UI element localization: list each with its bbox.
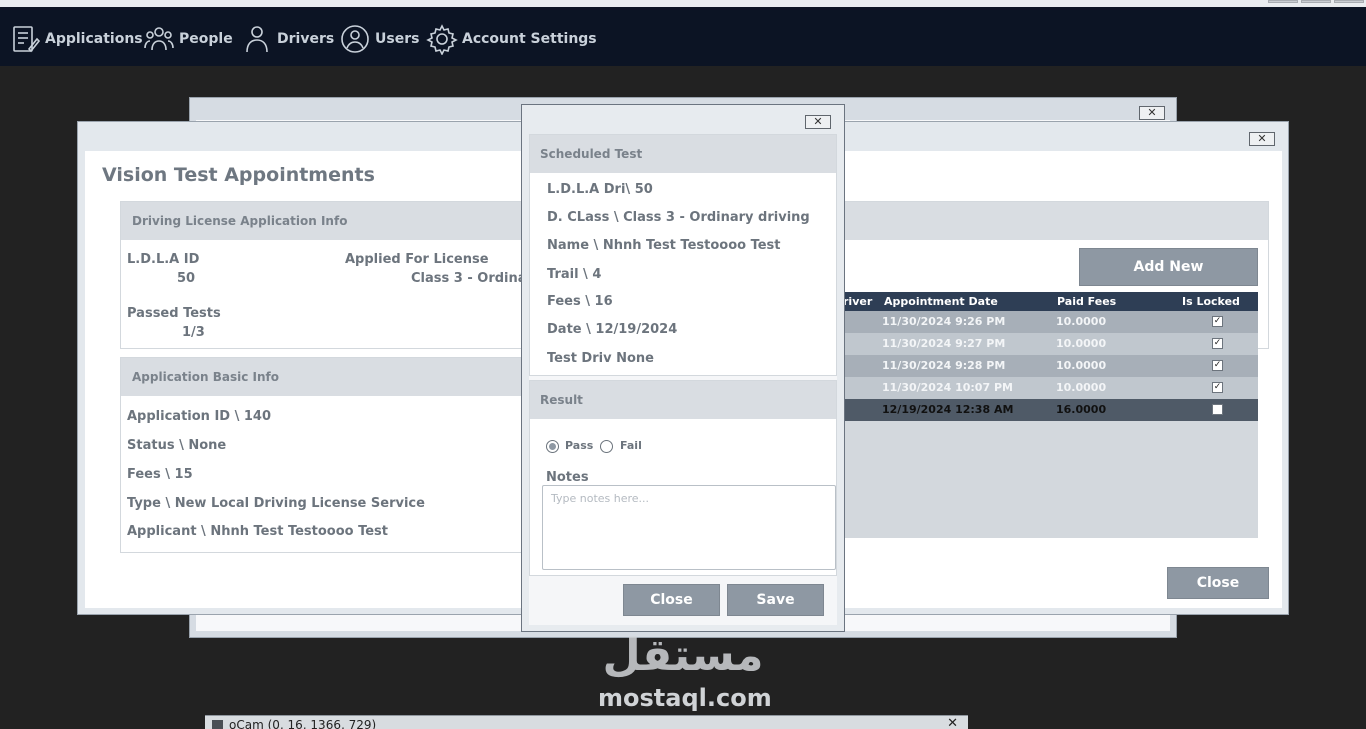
table-row[interactable]: 11/30/2024 9:26 PM 10.0000 ✓ [843, 311, 1258, 333]
name-text: Name \ Nhnh Test Testoooo Test [547, 238, 781, 253]
ldla-text: L.D.L.A Dri\ 50 [547, 182, 653, 197]
result-header: Result [530, 381, 836, 419]
paid-fees-cell: 10.0000 [1056, 337, 1107, 350]
page-title: Vision Test Appointments [102, 164, 375, 186]
people-icon [144, 27, 174, 51]
take-test-dialog: ✕ Scheduled Test L.D.L.A Dri\ 50 D. CLas… [521, 104, 845, 632]
grid-header-paid-fees[interactable]: Paid Fees [1057, 295, 1116, 308]
ocam-close-button[interactable]: ✕ [947, 716, 958, 729]
appointment-date-cell: 12/19/2024 12:38 AM [882, 403, 1014, 416]
applied-license-value: Class 3 - Ordinar [411, 271, 533, 286]
grid-header-driver[interactable]: river [843, 295, 872, 308]
fail-label[interactable]: Fail [620, 439, 642, 452]
pass-label[interactable]: Pass [565, 439, 593, 452]
ocam-taskbar: oCam (0, 16, 1366, 729) ✕ [205, 715, 968, 729]
window-top-strip [0, 0, 1366, 7]
grid-header-is-locked[interactable]: Is Locked [1182, 295, 1240, 308]
ocam-app-icon [212, 720, 223, 729]
application-basic-info-panel: Application Basic Info Application ID \ … [120, 357, 540, 553]
test-driver-text: Test Driv None [547, 351, 654, 366]
nav-applications-label: Applications [45, 31, 143, 47]
is-locked-checkbox[interactable]: ✓ [1212, 338, 1223, 349]
scheduled-test-header: Scheduled Test [530, 135, 836, 173]
ldla-id-value: 50 [177, 271, 196, 286]
notes-textarea[interactable]: Type notes here... [542, 485, 836, 570]
paid-fees-cell: 16.0000 [1056, 403, 1107, 416]
grid-header: river Appointment Date Paid Fees Is Lock… [843, 292, 1258, 311]
dialog-close-button[interactable]: Close [623, 584, 720, 616]
trail-text: Trail \ 4 [547, 267, 602, 282]
dialog-body: Scheduled Test L.D.L.A Dri\ 50 D. CLass … [529, 134, 837, 625]
ldla-id-label: L.D.L.A ID [127, 252, 200, 267]
nav-users[interactable]: Users [339, 23, 419, 55]
scheduled-test-section: Scheduled Test L.D.L.A Dri\ 50 D. CLass … [529, 134, 837, 376]
applicant-text: Applicant \ Nhnh Test Testoooo Test [127, 524, 389, 539]
fees-text: Fees \ 16 [547, 294, 613, 309]
is-locked-checkbox[interactable]: ✓ [1212, 316, 1223, 327]
paid-fees-cell: 10.0000 [1056, 315, 1107, 328]
nav-account-settings-label: Account Settings [462, 31, 597, 47]
close-app-button[interactable] [1334, 0, 1364, 3]
notes-label: Notes [546, 470, 589, 485]
is-locked-checkbox[interactable]: ✓ [1212, 360, 1223, 371]
passed-tests-label: Passed Tests [127, 306, 221, 321]
applied-license-label: Applied For License [345, 252, 489, 267]
is-locked-checkbox[interactable] [1212, 404, 1223, 415]
watermark-arabic: مستقل [602, 630, 764, 681]
appointments-grid[interactable]: river Appointment Date Paid Fees Is Lock… [843, 292, 1258, 538]
driving-class-text: D. CLass \ Class 3 - Ordinary driving [547, 210, 810, 225]
driver-icon [246, 26, 268, 53]
status-text: Status \ None [127, 438, 227, 453]
table-row[interactable]: 11/30/2024 9:27 PM 10.0000 ✓ [843, 333, 1258, 355]
fail-radio[interactable] [600, 440, 613, 453]
paid-fees-cell: 10.0000 [1056, 359, 1107, 372]
close-icon: ✕ [1147, 106, 1157, 119]
is-locked-checkbox[interactable]: ✓ [1212, 382, 1223, 393]
pass-radio[interactable] [546, 440, 559, 453]
close-icon: ✕ [813, 115, 823, 128]
main-window-close-button[interactable]: ✕ [1249, 132, 1275, 146]
fees-text: Fees \ 15 [127, 467, 193, 482]
gear-icon [426, 24, 458, 55]
appointment-date-cell: 11/30/2024 9:27 PM [882, 337, 1006, 350]
table-row[interactable]: 11/30/2024 10:07 PM 10.0000 ✓ [843, 377, 1258, 399]
result-section: Result Pass Fail Notes Type notes here..… [529, 380, 837, 576]
dialog-save-button[interactable]: Save [727, 584, 824, 616]
grid-header-appointment-date[interactable]: Appointment Date [884, 295, 998, 308]
nav-account-settings[interactable]: Account Settings [426, 23, 597, 55]
appointment-date-cell: 11/30/2024 9:26 PM [882, 315, 1006, 328]
appointment-date-cell: 11/30/2024 9:28 PM [882, 359, 1006, 372]
paid-fees-cell: 10.0000 [1056, 381, 1107, 394]
application-form-icon [13, 26, 41, 53]
type-text: Type \ New Local Driving License Service [127, 496, 425, 511]
dialog-close-x-button[interactable]: ✕ [805, 115, 831, 129]
user-circle-icon [341, 25, 369, 53]
add-new-appointment-button[interactable]: Add New Appointment [1079, 248, 1258, 311]
table-row[interactable]: 12/19/2024 12:38 AM 16.0000 [843, 399, 1258, 421]
application-basic-info-header: Application Basic Info [121, 358, 539, 396]
date-text: Date \ 12/19/2024 [547, 322, 678, 337]
nav-users-label: Users [375, 31, 420, 47]
nav-people[interactable]: People [143, 23, 233, 55]
nav-drivers[interactable]: Drivers [241, 23, 334, 55]
table-row[interactable]: 11/30/2024 9:28 PM 10.0000 ✓ [843, 355, 1258, 377]
nav-people-label: People [179, 31, 233, 47]
appointment-date-cell: 11/30/2024 10:07 PM [882, 381, 1013, 394]
ocam-title: oCam (0, 16, 1366, 729) [229, 718, 377, 729]
passed-tests-value: 1/3 [182, 325, 205, 340]
main-nav-bar: Applications People Drivers Users Accoun… [0, 7, 1366, 66]
background-window-close-button[interactable]: ✕ [1139, 106, 1165, 120]
nav-drivers-label: Drivers [277, 31, 335, 47]
minimize-button[interactable] [1268, 0, 1298, 3]
maximize-button[interactable] [1301, 0, 1331, 3]
close-icon: ✕ [1257, 132, 1267, 145]
application-id-text: Application ID \ 140 [127, 409, 272, 424]
watermark-latin: mostaql.com [598, 684, 772, 712]
close-button[interactable]: Close [1167, 567, 1269, 599]
nav-applications[interactable]: Applications [9, 23, 143, 55]
